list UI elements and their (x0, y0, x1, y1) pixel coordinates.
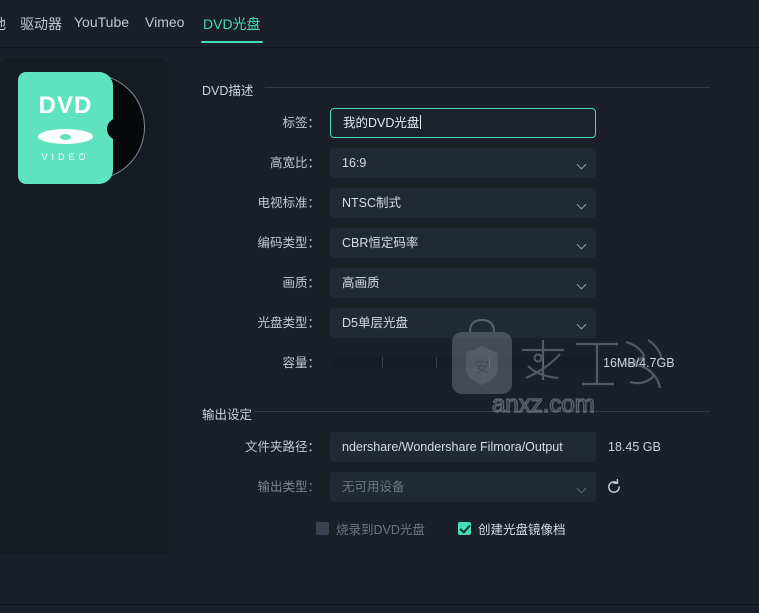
row-folder-path: 文件夹路径： ndershare/Wondershare Filmora/Out… (190, 432, 750, 462)
row-tv-standard: 电视标准： NTSC制式 (190, 188, 750, 218)
folder-path-input[interactable]: ndershare/Wondershare Filmora/Output (330, 432, 596, 462)
tab-device[interactable]: 驱动器 (20, 14, 62, 34)
bottom-divider (0, 604, 759, 605)
bottom-action-bar: 启用硬体编码加速 导出 (0, 553, 759, 605)
refresh-icon[interactable] (605, 478, 623, 496)
dvd-case-subtitle: VIDEO (41, 152, 90, 162)
dvd-preview-panel: DVD VIDEO (0, 58, 168, 593)
disc-type-select[interactable]: D5单层光盘 (330, 308, 596, 338)
capacity-segment (490, 357, 544, 368)
quality-select[interactable]: 高画质 (330, 268, 596, 298)
aspect-ratio-value: 16:9 (342, 156, 367, 170)
tab-local[interactable]: 地 (0, 14, 6, 34)
row-quality: 画质： 高画质 (190, 268, 750, 298)
disc-type-value: D5单层光盘 (342, 316, 408, 330)
output-device-select[interactable]: 无可用设备 (330, 472, 596, 502)
disc-label-input[interactable]: 我的DVD光盘 (330, 108, 596, 138)
tv-standard-select[interactable]: NTSC制式 (330, 188, 596, 218)
capacity-bar (330, 357, 596, 368)
dvd-case-icon: DVD VIDEO (18, 72, 113, 184)
chevron-down-icon (578, 241, 585, 248)
burn-to-disc-label: 烧录到DVD光盘 (336, 523, 425, 537)
label-tv-standard: 电视标准： (257, 196, 320, 210)
tab-youtube[interactable]: YouTube (74, 14, 129, 30)
capacity-value: 16MB/4.7GB (603, 356, 675, 370)
chevron-down-icon (578, 281, 585, 288)
section-divider-output (255, 411, 710, 412)
label-folder-path: 文件夹路径： (244, 440, 320, 454)
encode-type-value: CBR恒定码率 (342, 236, 419, 250)
capacity-segment (437, 357, 491, 368)
section-title-description: DVD描述 (202, 84, 254, 98)
burn-to-disc-checkbox[interactable]: 烧录到DVD光盘 (316, 519, 425, 538)
row-encode-type: 编码类型： CBR恒定码率 (190, 228, 750, 258)
checkbox-box-checked-icon (458, 522, 471, 535)
label-aspect-ratio: 高宽比： (269, 156, 320, 170)
chevron-down-icon (578, 161, 585, 168)
dvd-settings-form: DVD描述 标签： 我的DVD光盘 高宽比： 16:9 电视标准： NTSC制式… (190, 58, 759, 553)
tv-standard-value: NTSC制式 (342, 196, 402, 210)
capacity-segment (330, 357, 384, 368)
checkbox-box-unchecked-icon (316, 522, 329, 535)
row-capacity: 容量： 16MB/4.7GB (190, 348, 750, 378)
capacity-segment (544, 357, 596, 368)
encode-type-select[interactable]: CBR恒定码率 (330, 228, 596, 258)
dvd-cover-art: DVD VIDEO (18, 66, 150, 191)
dvd-case-title: DVD (38, 92, 93, 119)
dvd-export-screen: 地 驱动器 YouTube Vimeo DVD光盘 DVD VIDEO DVD描… (0, 0, 759, 613)
label-encode-type: 编码类型： (257, 236, 320, 250)
create-disc-image-label: 创建光盘镜像档 (478, 523, 566, 537)
chevron-down-icon (578, 201, 585, 208)
tab-vimeo[interactable]: Vimeo (145, 14, 184, 30)
chevron-down-icon (578, 485, 585, 492)
chevron-down-icon (578, 321, 585, 328)
dvd-disc-glyph-icon (38, 129, 93, 144)
tab-dvd[interactable]: DVD光盘 (201, 14, 263, 43)
label-disc-type: 光盘类型： (257, 316, 320, 330)
dvd-disc-hub-icon (107, 118, 129, 140)
section-title-output: 输出设定 (202, 408, 253, 422)
label-capacity: 容量： (282, 356, 320, 370)
row-disc-type: 光盘类型： D5单层光盘 (190, 308, 750, 338)
aspect-ratio-select[interactable]: 16:9 (330, 148, 596, 178)
output-device-value: 无可用设备 (342, 480, 405, 494)
text-caret (420, 115, 422, 129)
label-disc-label: 标签： (282, 116, 320, 130)
free-space-value: 18.45 GB (608, 440, 661, 454)
section-divider-description (265, 87, 710, 88)
capacity-segment (383, 357, 437, 368)
watermark-text: anxz.com (492, 391, 595, 418)
destination-tabbar: 地 驱动器 YouTube Vimeo DVD光盘 (0, 0, 759, 48)
label-quality: 画质： (282, 276, 320, 290)
quality-value: 高画质 (342, 276, 380, 290)
folder-path-value: ndershare/Wondershare Filmora/Output (342, 440, 563, 454)
label-output-device: 输出类型： (257, 480, 320, 494)
row-output-device: 输出类型： 无可用设备 (190, 472, 750, 502)
row-aspect-ratio: 高宽比： 16:9 (190, 148, 750, 178)
disc-label-value: 我的DVD光盘 (343, 116, 420, 130)
create-disc-image-checkbox[interactable]: 创建光盘镜像档 (458, 519, 566, 538)
row-disc-label: 标签： 我的DVD光盘 (190, 108, 750, 138)
